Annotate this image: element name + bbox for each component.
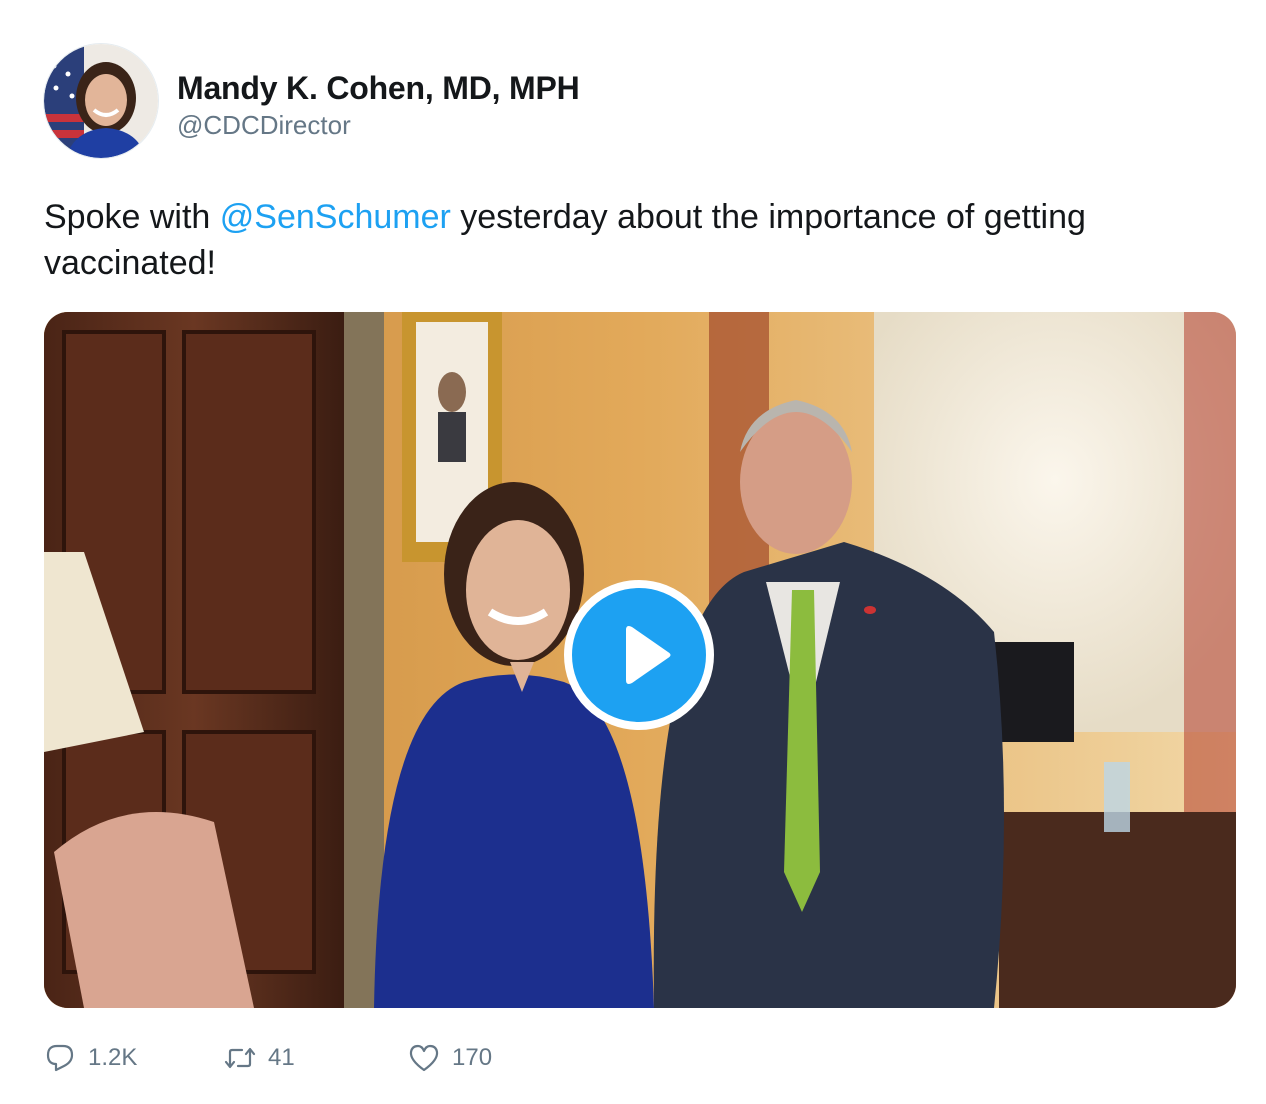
retweet-button[interactable]: 41 (224, 1036, 295, 1080)
tweet-video[interactable] (44, 312, 1236, 1008)
tweet-actions: 1.2K 41 170 (44, 1036, 744, 1080)
like-button[interactable]: 170 (408, 1036, 492, 1080)
author-display-name[interactable]: Mandy K. Cohen, MD, MPH (177, 70, 580, 107)
play-button[interactable] (564, 580, 714, 730)
retweet-count: 41 (268, 1044, 295, 1071)
like-count: 170 (452, 1044, 493, 1071)
reply-icon (46, 1044, 74, 1072)
tweet-text-before: Spoke with (44, 198, 220, 236)
play-icon (626, 626, 671, 684)
mention-link[interactable]: @SenSchumer (220, 198, 451, 236)
retweet-icon (224, 1047, 256, 1069)
reply-button[interactable]: 1.2K (44, 1036, 137, 1080)
profile-photo (44, 44, 158, 158)
reply-count: 1.2K (88, 1044, 138, 1071)
heart-icon (409, 1044, 439, 1072)
author-handle[interactable]: @CDCDirector (177, 110, 351, 141)
author-avatar[interactable] (44, 44, 158, 158)
tweet-text: Spoke with @SenSchumer yesterday about t… (44, 194, 1214, 286)
